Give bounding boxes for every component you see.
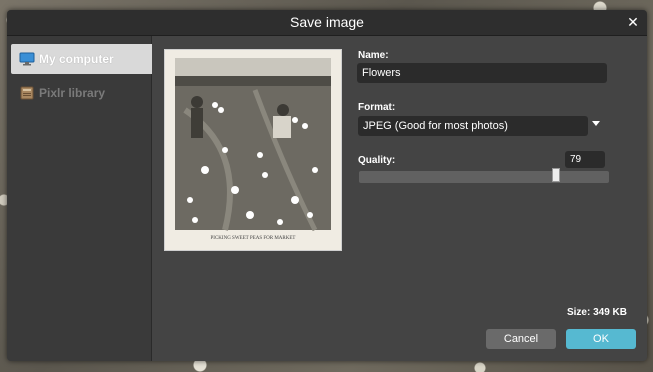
monitor-icon [19, 52, 35, 66]
quality-label: Quality: [358, 155, 396, 166]
sidebar-item-label: Pixlr library [39, 86, 106, 100]
preview-caption: PICKING SWEET PEAS FOR MARKET [210, 236, 296, 241]
quality-slider[interactable] [359, 171, 609, 183]
sidebar-item-pixlr-library[interactable]: Pixlr library [11, 78, 152, 108]
quality-slider-handle[interactable] [552, 168, 561, 182]
ok-button[interactable]: OK [566, 329, 636, 349]
close-icon[interactable]: ✕ [625, 14, 641, 30]
name-label: Name: [358, 50, 389, 61]
dialog-title: Save image [290, 14, 364, 30]
file-size: Size: 349 KB [566, 307, 627, 318]
title-bar: Save image ✕ [7, 10, 647, 36]
save-image-dialog: Save image ✕ My computer Pixlr library P… [7, 10, 647, 361]
name-input[interactable] [357, 63, 607, 83]
library-icon [19, 86, 35, 100]
cancel-button[interactable]: Cancel [486, 329, 556, 349]
preview-photo [165, 50, 341, 250]
format-select[interactable]: JPEG (Good for most photos) [358, 116, 588, 136]
sidebar-item-my-computer[interactable]: My computer [11, 44, 152, 74]
chevron-down-icon[interactable] [592, 121, 600, 126]
image-preview: PICKING SWEET PEAS FOR MARKET [164, 49, 342, 251]
sidebar-item-label: My computer [39, 52, 114, 66]
sidebar: My computer Pixlr library [7, 36, 152, 361]
quality-input[interactable] [565, 151, 605, 168]
format-label: Format: [358, 102, 396, 113]
